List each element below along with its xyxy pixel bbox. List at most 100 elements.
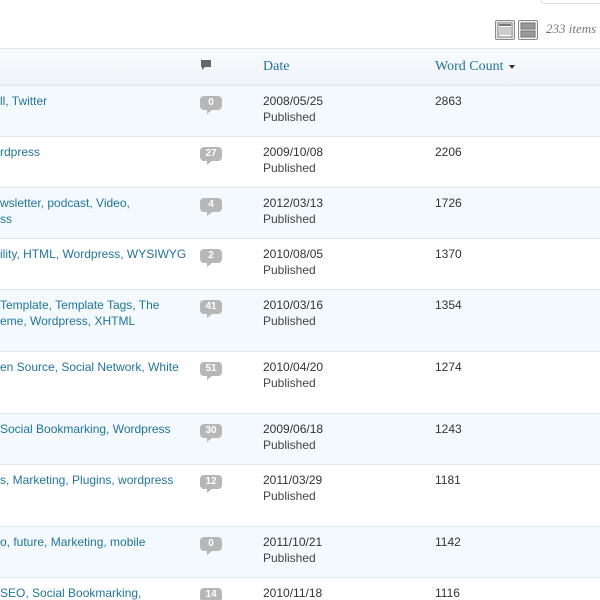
post-date: 2010/03/16 [263,298,324,312]
date-cell: 2012/03/13 Published [263,188,435,239]
word-count-cell: 1116 [435,578,600,600]
word-count-cell: 2863 [435,86,600,137]
table-header-row: Date Word Count [0,48,600,86]
word-count-value: 2206 [435,145,462,159]
column-header-date-label[interactable]: Date [263,59,289,74]
comment-count-badge[interactable]: 14 [200,588,222,600]
post-status: Published [263,263,316,277]
word-count-cell: 1274 [435,352,600,414]
tags-cell: wsletter, podcast, Video, ss [0,188,196,239]
tags-cell: ility, HTML, Wordpress, WYSIWYG [0,239,196,290]
tags-link[interactable]: s, Marketing, Plugins, wordpress [0,472,196,488]
date-cell: 2011/03/29 Published [263,465,435,527]
comment-count-badge[interactable]: 0 [200,96,222,114]
word-count-value: 1142 [435,535,461,549]
tags-cell: Template, Template Tags, The eme, Wordpre… [0,290,196,352]
tags-link[interactable]: Social Bookmarking, Wordpress [0,421,196,437]
comments-cell: 14 [196,578,263,600]
tags-link[interactable]: ility, HTML, Wordpress, WYSIWYG [0,246,196,262]
list-view-button[interactable] [495,20,515,40]
table-row: wsletter, podcast, Video, ss 4 2012/03/13 Pu… [0,187,600,239]
column-header-word-count-label[interactable]: Word Count [435,59,503,74]
tags-cell: o, future, Marketing, mobile [0,527,196,578]
comments-cell: 0 [196,86,263,137]
comments-cell: 30 [196,414,263,465]
comments-cell: 41 [196,290,263,352]
comments-cell: 2 [196,239,263,290]
word-count-cell: 1142 [435,527,600,578]
tags-cell: rdpress [0,137,196,188]
word-count-value: 1181 [435,473,461,487]
date-cell: 2011/10/21 Published [263,527,435,578]
post-status: Published [263,376,316,390]
tags-cell: SEO, Social Bookmarking, [0,578,196,600]
tags-link[interactable]: en Source, Social Network, White [0,359,196,375]
column-header-word-count[interactable]: Word Count [435,48,600,86]
tags-link[interactable]: ll, Twitter [0,93,196,109]
post-status: Published [263,314,316,328]
column-header-date[interactable]: Date [263,48,435,86]
word-count-value: 1116 [435,586,460,600]
comment-count-badge[interactable]: 27 [200,147,222,165]
excerpt-view-button[interactable] [518,20,538,40]
comment-count-badge[interactable]: 4 [200,198,222,216]
comment-count-badge[interactable]: 2 [200,249,222,267]
post-date: 2012/03/13 [263,196,324,210]
word-count-value: 1370 [435,247,462,261]
excerpt-view-icon [520,22,536,38]
word-count-cell: 1370 [435,239,600,290]
word-count-cell: 1243 [435,414,600,465]
tags-cell: ll, Twitter [0,86,196,137]
tags-link[interactable]: o, future, Marketing, mobile [0,534,196,550]
tags-cell: en Source, Social Network, White [0,352,196,414]
comment-count-badge[interactable]: 51 [200,362,222,380]
post-date: 2010/11/18 [263,586,323,600]
word-count-value: 1274 [435,360,462,374]
comment-count-badge[interactable]: 0 [200,537,222,555]
post-date: 2010/08/05 [263,247,324,261]
comments-cell: 12 [196,465,263,527]
table-row: s, Marketing, Plugins, wordpress 12 2011/0… [0,465,600,527]
date-cell: 2010/11/18 [263,578,435,600]
word-count-cell: 1181 [435,465,600,527]
table-row: Template, Template Tags, The eme, Wordpre… [0,289,600,352]
word-count-value: 1726 [435,196,462,210]
sort-descending-arrow-icon[interactable] [509,64,516,69]
post-date: 2011/10/21 [263,535,323,549]
column-header-comments[interactable] [196,48,263,86]
date-cell: 2010/08/05 Published [263,239,435,290]
tags-link[interactable]: Template, Template Tags, The [0,297,196,313]
comment-count-badge[interactable]: 12 [200,475,222,493]
tags-link[interactable]: ss [0,211,196,227]
comments-cell: 0 [196,527,263,578]
table-row: ll, Twitter 0 2008/05/25 Published 2863 [0,85,600,137]
post-date: 2011/03/29 [263,473,323,487]
post-status: Published [263,161,316,175]
column-header-tags [0,48,196,86]
tags-link[interactable]: eme, Wordpress, XHTML [0,313,196,329]
post-date: 2009/06/18 [263,422,324,436]
table-row: Social Bookmarking, Wordpress 30 2009/06/1… [0,413,600,465]
date-cell: 2008/05/25 Published [263,86,435,137]
post-status: Published [263,438,316,452]
post-status: Published [263,110,316,124]
tags-link[interactable]: rdpress [0,144,196,160]
word-count-cell: 1726 [435,188,600,239]
posts-table: Date Word Count ll, Twitter 0 2008/05/25 Pu… [0,48,600,600]
table-row: ility, HTML, Wordpress, WYSIWYG 2 2010/08/… [0,239,600,290]
word-count-value: 2863 [435,94,462,108]
date-cell: 2009/10/08 Published [263,137,435,188]
tablenav-top: 233 items [0,0,600,48]
table-row: en Source, Social Network, White 51 2010/0… [0,352,600,414]
comment-count-badge[interactable]: 41 [200,300,222,318]
table-row: rdpress 27 2009/10/08 Published 2206 [0,137,600,188]
comment-count-badge[interactable]: 30 [200,424,222,442]
comments-cell: 27 [196,137,263,188]
tags-link[interactable]: wsletter, podcast, Video, [0,195,196,211]
comments-cell: 4 [196,188,263,239]
tags-link[interactable]: SEO, Social Bookmarking, [0,585,196,600]
word-count-cell: 2206 [435,137,600,188]
search-box-edge [541,0,600,4]
table-row: o, future, Marketing, mobile 0 2011/10/21 P… [0,526,600,578]
post-status: Published [263,212,316,226]
